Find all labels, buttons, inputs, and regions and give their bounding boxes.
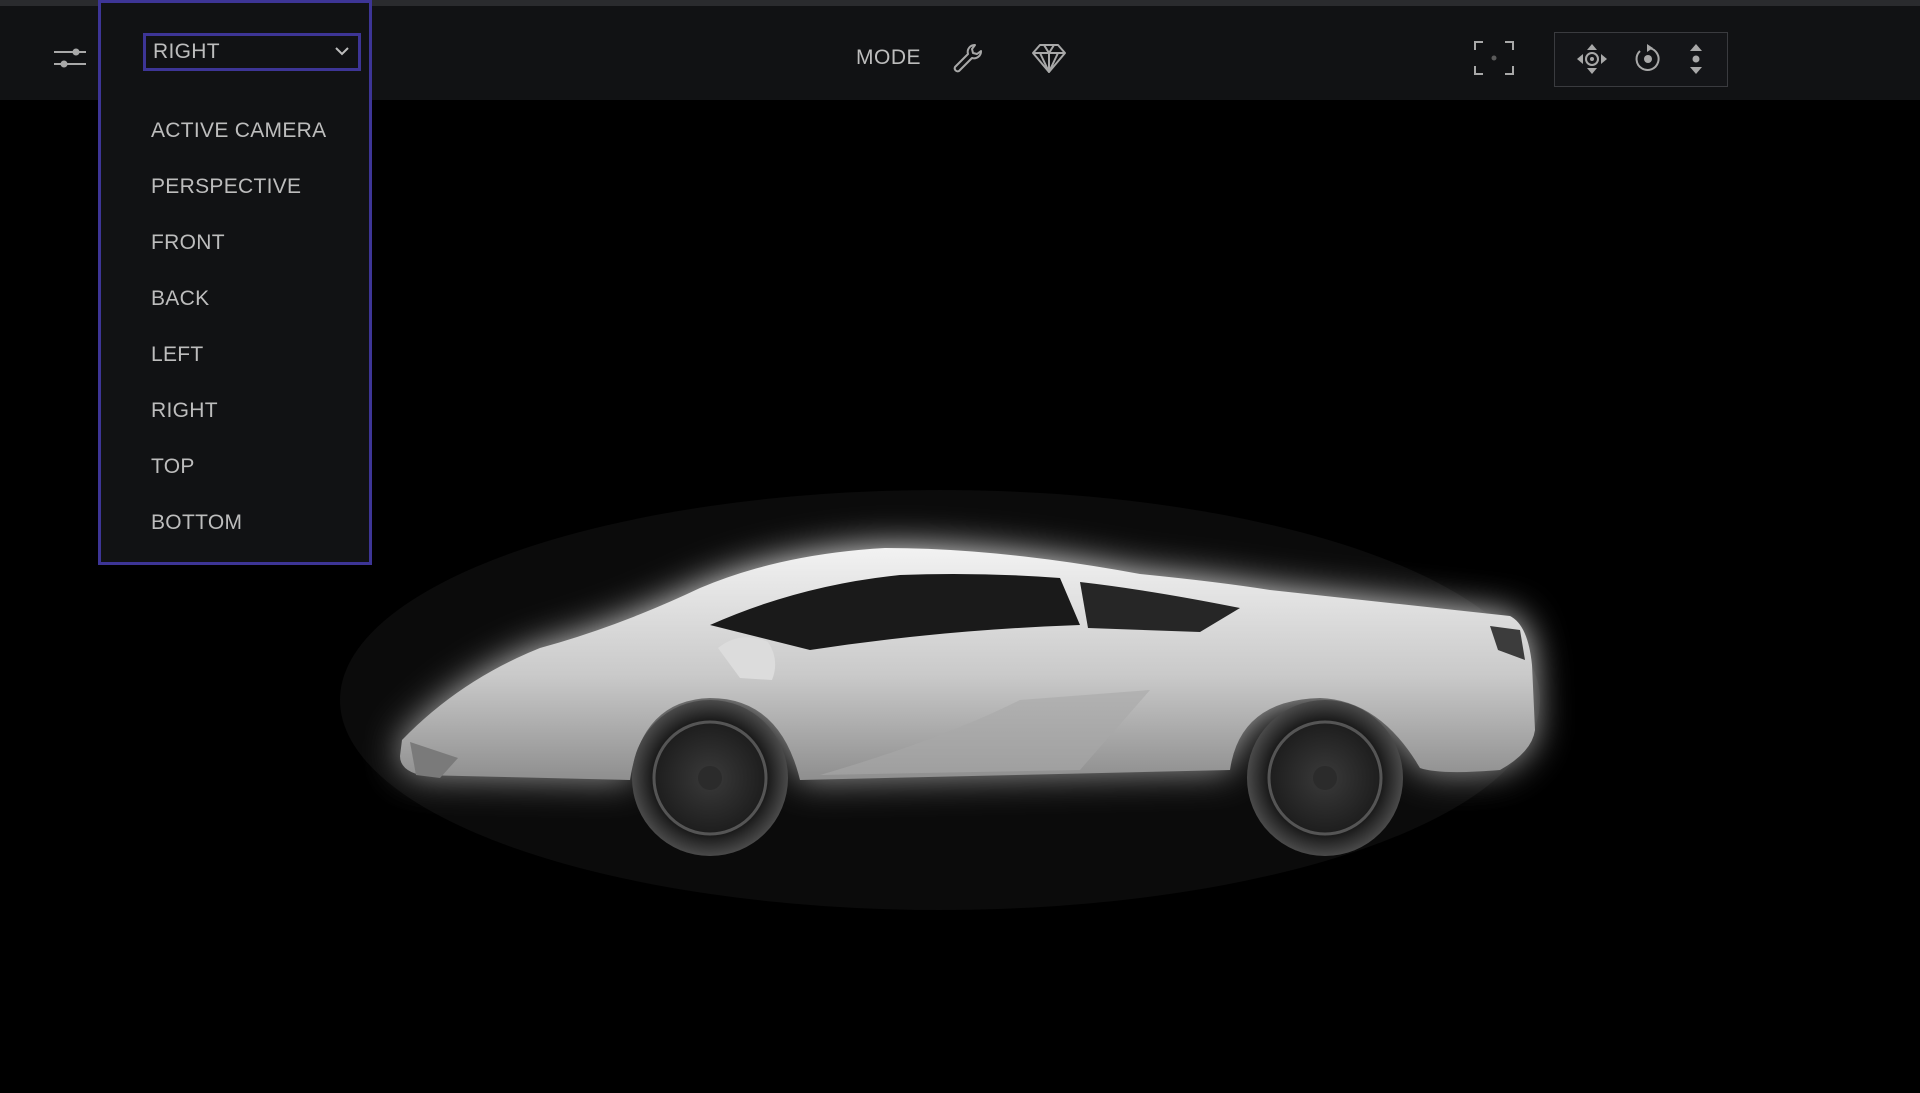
view-option-active-camera[interactable]: ACTIVE CAMERA (101, 111, 369, 167)
sliders-icon[interactable] (48, 38, 92, 78)
orbit-icon[interactable] (1626, 39, 1670, 79)
view-dropdown: RIGHT ACTIVE CAMERA PERSPECTIVE FRONT BA… (98, 0, 372, 565)
view-select[interactable]: RIGHT (143, 33, 361, 71)
up-down-icon[interactable] (1674, 39, 1718, 79)
chevron-down-icon (334, 43, 350, 61)
car-model[interactable] (340, 490, 1540, 910)
view-option-front[interactable]: FRONT (101, 223, 369, 279)
wrench-icon[interactable] (948, 38, 988, 78)
view-select-value: RIGHT (153, 40, 220, 63)
view-option-bottom[interactable]: BOTTOM (101, 503, 369, 559)
move-icon[interactable] (1570, 39, 1614, 79)
view-option-right[interactable]: RIGHT (101, 391, 369, 447)
app: MODE RIGHT ACTIVE CAMERA PERSPECTIVE FRO… (0, 0, 1920, 1093)
focus-frame-icon[interactable] (1472, 38, 1516, 78)
view-option-left[interactable]: LEFT (101, 335, 369, 391)
view-option-top[interactable]: TOP (101, 447, 369, 503)
view-options-list: ACTIVE CAMERA PERSPECTIVE FRONT BACK LEF… (101, 111, 369, 559)
view-option-back[interactable]: BACK (101, 279, 369, 335)
mode-label: MODE (856, 46, 921, 69)
view-option-perspective[interactable]: PERSPECTIVE (101, 167, 369, 223)
diamond-icon[interactable] (1028, 38, 1070, 78)
